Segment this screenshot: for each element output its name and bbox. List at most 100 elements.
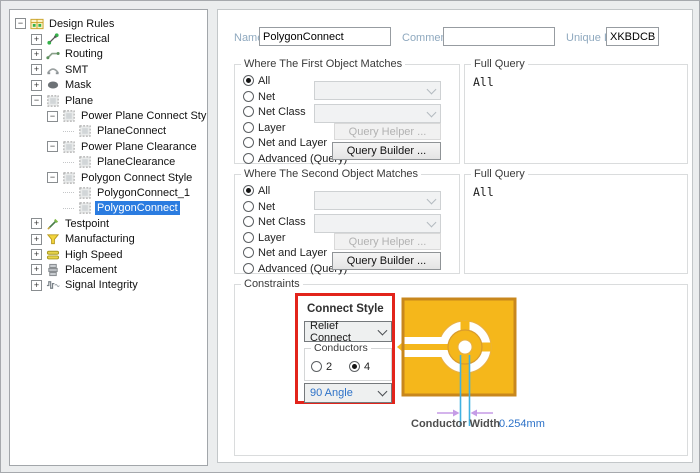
collapse-minus-icon[interactable]: − <box>47 141 58 152</box>
radio-icon[interactable] <box>243 247 254 258</box>
rule-icon <box>61 109 76 124</box>
expand-plus-icon[interactable]: + <box>31 264 42 275</box>
radio-icon[interactable] <box>243 201 254 212</box>
tree-item-planeclearance[interactable]: PlaneClearance <box>10 155 207 170</box>
radio-conductors-4[interactable]: 4 <box>349 360 370 373</box>
tree-item-power-plane-connect-style[interactable]: −Power Plane Connect Style <box>10 108 207 123</box>
radio-net[interactable]: Net <box>243 90 275 103</box>
expand-plus-icon[interactable]: + <box>31 80 42 91</box>
tree-item-label: PlaneConnect <box>95 124 168 138</box>
rule-icon <box>61 139 76 154</box>
plane-icon <box>45 93 60 108</box>
radio-icon[interactable] <box>243 106 254 117</box>
conductor-width-label: Conductor Width <box>411 418 500 430</box>
full-query-text: All <box>473 185 494 199</box>
radio-icon[interactable] <box>243 122 254 133</box>
radio-icon[interactable] <box>243 232 254 243</box>
collapse-minus-icon[interactable]: − <box>15 18 26 29</box>
radio-layer[interactable]: Layer <box>243 231 286 244</box>
polygon-connect-rule-dialog: −Design Rules+Electrical+Routing+SMT+Mas… <box>0 0 700 473</box>
radio-net-and-layer[interactable]: Net and Layer <box>243 136 327 149</box>
expand-plus-icon[interactable]: + <box>31 280 42 291</box>
tree-item-plane[interactable]: −Plane <box>10 93 207 108</box>
tree-item-high-speed[interactable]: + High Speed <box>10 247 207 262</box>
tree-item-design-rules[interactable]: −Design Rules <box>10 16 207 31</box>
radio-net-and-layer[interactable]: Net and Layer <box>243 246 327 259</box>
radio-layer[interactable]: Layer <box>243 121 286 134</box>
name-input[interactable] <box>259 27 391 46</box>
tree-item-smt[interactable]: +SMT <box>10 62 207 77</box>
radio-icon[interactable] <box>243 185 254 196</box>
tree-item-polygonconnect[interactable]: PolygonConnect <box>10 201 207 216</box>
radio-all[interactable]: All <box>243 184 270 197</box>
expand-plus-icon[interactable]: + <box>31 34 42 45</box>
rule-icon <box>77 124 92 139</box>
radio-icon[interactable] <box>243 137 254 148</box>
net-class-select-dropdown[interactable] <box>314 104 441 123</box>
tree-item-label: High Speed <box>63 248 125 262</box>
design-rules-tree[interactable]: −Design Rules+Electrical+Routing+SMT+Mas… <box>9 9 208 466</box>
full-query-text: All <box>473 75 494 89</box>
query-helper-button[interactable]: Query Helper ... <box>334 123 441 140</box>
radio-icon[interactable] <box>349 361 360 372</box>
signal-integrity-icon <box>45 278 60 293</box>
radio-net-class[interactable]: Net Class <box>243 105 306 118</box>
query-builder-button[interactable]: Query Builder ... <box>332 252 441 270</box>
tree-item-polygon-connect-style[interactable]: − Polygon Connect Style <box>10 170 207 185</box>
expand-plus-icon[interactable]: + <box>31 64 42 75</box>
tree-item-testpoint[interactable]: +Testpoint <box>10 216 207 231</box>
tree-item-label: Power Plane Clearance <box>79 140 199 154</box>
tree-connector <box>63 162 74 163</box>
query-builder-button[interactable]: Query Builder ... <box>332 142 441 160</box>
full-query-title: Full Query <box>471 168 528 180</box>
net-class-select-dropdown[interactable] <box>314 214 441 233</box>
radio-icon[interactable] <box>243 263 254 274</box>
radio-conductors-2[interactable]: 2 <box>311 360 332 373</box>
tree-item-manufacturing[interactable]: +Manufacturing <box>10 231 207 246</box>
chevron-down-icon <box>427 217 437 227</box>
tree-item-electrical[interactable]: +Electrical <box>10 31 207 46</box>
radio-icon[interactable] <box>243 153 254 164</box>
constraints-title: Constraints <box>241 278 303 290</box>
radio-icon[interactable] <box>311 361 322 372</box>
rule-icon <box>77 155 92 170</box>
tree-item-planeconnect[interactable]: PlaneConnect <box>10 124 207 139</box>
collapse-minus-icon[interactable]: − <box>47 111 58 122</box>
expand-plus-icon[interactable]: + <box>31 218 42 229</box>
tree-item-power-plane-clearance[interactable]: − Power Plane Clearance <box>10 139 207 154</box>
radio-icon[interactable] <box>243 75 254 86</box>
tree-item-label: Placement <box>63 263 119 277</box>
radio-net-class[interactable]: Net Class <box>243 215 306 228</box>
chevron-down-icon <box>427 84 437 94</box>
unique-id-input[interactable] <box>606 27 659 46</box>
query-helper-button[interactable]: Query Helper ... <box>334 233 441 250</box>
net-select-dropdown[interactable] <box>314 191 441 210</box>
expand-plus-icon[interactable]: + <box>31 249 42 260</box>
mask-icon <box>45 78 60 93</box>
collapse-minus-icon[interactable]: − <box>47 172 58 183</box>
tree-item-placement[interactable]: + Placement <box>10 262 207 277</box>
tree-item-routing[interactable]: + Routing <box>10 47 207 62</box>
tree-item-mask[interactable]: +Mask <box>10 78 207 93</box>
tree-item-label: PolygonConnect <box>95 201 180 215</box>
radio-net[interactable]: Net <box>243 200 275 213</box>
constraints-group: Constraints Connect Style Relief Connect… <box>234 284 688 456</box>
collapse-minus-icon[interactable]: − <box>31 95 42 106</box>
tree-item-label: Routing <box>63 47 105 61</box>
expand-plus-icon[interactable]: + <box>31 234 42 245</box>
angle-dropdown[interactable]: 90 Angle <box>304 383 392 403</box>
connect-style-label: Connect Style <box>307 303 384 315</box>
radio-icon[interactable] <box>243 216 254 227</box>
tree-item-polygonconnect-1[interactable]: PolygonConnect_1 <box>10 185 207 200</box>
tree-item-signal-integrity[interactable]: +Signal Integrity <box>10 278 207 293</box>
comment-input[interactable] <box>443 27 555 46</box>
expand-plus-icon[interactable]: + <box>31 49 42 60</box>
net-select-dropdown[interactable] <box>314 81 441 100</box>
tree-item-label: PlaneClearance <box>95 155 177 169</box>
full-query-first-group: Full Query All <box>464 64 688 164</box>
tree-item-label: Polygon Connect Style <box>79 171 194 185</box>
second-object-matches-group: Where The Second Object Matches All Net … <box>234 174 460 274</box>
radio-icon[interactable] <box>243 91 254 102</box>
radio-all[interactable]: All <box>243 74 270 87</box>
connect-style-dropdown[interactable]: Relief Connect <box>304 321 392 342</box>
